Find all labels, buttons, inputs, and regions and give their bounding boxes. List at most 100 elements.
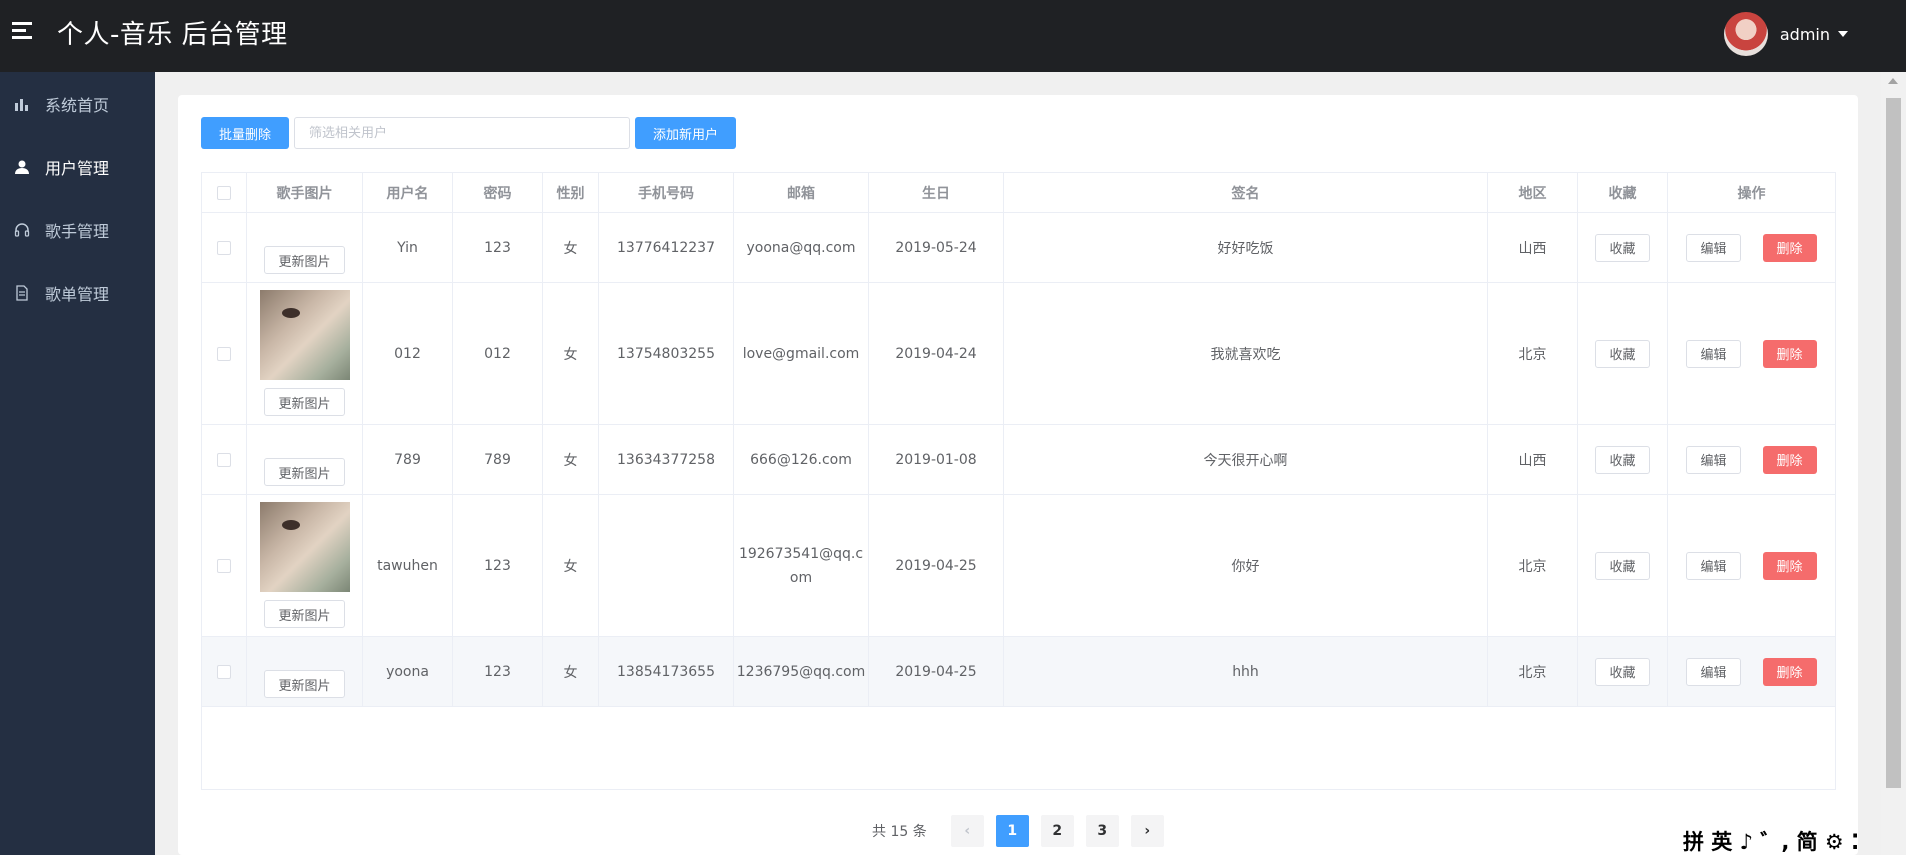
- region-cell: 北京: [1488, 283, 1578, 424]
- email-cell: 192673541@qq.c om: [734, 495, 869, 636]
- user-menu[interactable]: admin: [1723, 10, 1848, 58]
- column-header: 手机号码: [599, 173, 734, 212]
- table-row: 更新图片 012 012 女 13754803255 love@gmail.co…: [202, 283, 1835, 425]
- favorite-cell: 收藏: [1578, 425, 1668, 494]
- delete-button[interactable]: 删除: [1762, 551, 1817, 580]
- region-cell: 北京: [1488, 495, 1578, 636]
- birthday-cell: 2019-04-24: [869, 283, 1004, 424]
- image-cell: 更新图片: [247, 213, 363, 282]
- edit-button[interactable]: 编辑: [1686, 233, 1741, 262]
- email-cell: 666@126.com: [734, 425, 869, 494]
- prev-page-button[interactable]: ‹: [950, 815, 984, 847]
- row-checkbox[interactable]: [217, 240, 231, 255]
- phone-cell: 13634377258: [599, 425, 734, 494]
- sidebar-item-label: 歌单管理: [45, 284, 110, 304]
- sidebar-item-home[interactable]: 系统首页: [0, 72, 155, 135]
- column-header: 地区: [1488, 173, 1578, 212]
- singer-image: [259, 502, 350, 592]
- menu-toggle-icon[interactable]: [12, 22, 32, 40]
- favorite-button[interactable]: 收藏: [1595, 233, 1650, 262]
- signature-cell: 今天很开心啊: [1004, 425, 1488, 494]
- update-image-button[interactable]: 更新图片: [264, 388, 345, 416]
- edit-button[interactable]: 编辑: [1686, 445, 1741, 474]
- username-cell: tawuhen: [363, 495, 453, 636]
- caret-down-icon[interactable]: [1838, 31, 1848, 37]
- edit-button[interactable]: 编辑: [1686, 551, 1741, 580]
- table-row: 更新图片 tawuhen 123 女 192673541@qq.c om 201…: [202, 495, 1835, 637]
- chevron-right-icon: ›: [1144, 823, 1151, 839]
- actions-cell: 编辑 删除: [1668, 425, 1835, 494]
- row-checkbox[interactable]: [217, 452, 231, 467]
- next-page-button[interactable]: ›: [1130, 815, 1164, 847]
- password-cell: 123: [453, 637, 543, 706]
- delete-button[interactable]: 删除: [1762, 339, 1817, 368]
- username-cell: 012: [363, 283, 453, 424]
- password-cell: 012: [453, 283, 543, 424]
- favorite-cell: 收藏: [1578, 495, 1668, 636]
- sidebar-item-label: 用户管理: [45, 158, 110, 178]
- scrollbar[interactable]: [1881, 72, 1906, 855]
- row-checkbox[interactable]: [217, 346, 231, 361]
- actions-cell: 编辑 删除: [1668, 213, 1835, 282]
- actions-cell: 编辑 删除: [1668, 637, 1835, 706]
- gender-cell: 女: [543, 637, 599, 706]
- password-cell: 789: [453, 425, 543, 494]
- update-image-button[interactable]: 更新图片: [264, 670, 345, 698]
- ime-toolbar[interactable]: 拼 英 ♪ ゛, 简 ⚙ ⁚: [1683, 828, 1859, 854]
- page-button-1[interactable]: 1: [995, 815, 1029, 847]
- select-all-cell: [202, 173, 247, 212]
- gender-cell: 女: [543, 495, 599, 636]
- favorite-button[interactable]: 收藏: [1595, 445, 1650, 474]
- favorite-button[interactable]: 收藏: [1595, 339, 1650, 368]
- favorite-button[interactable]: 收藏: [1595, 657, 1650, 686]
- favorite-cell: 收藏: [1578, 213, 1668, 282]
- pagination: 共 15 条 ‹ 1 2 3 ›: [872, 815, 1170, 847]
- user-icon: [13, 158, 31, 176]
- update-image-button[interactable]: 更新图片: [264, 246, 345, 274]
- avatar[interactable]: [1723, 12, 1768, 56]
- batch-delete-button[interactable]: 批量删除: [201, 117, 290, 149]
- top-header: 个人-音乐 后台管理 admin: [0, 0, 1906, 72]
- sidebar-item-label: 歌手管理: [45, 221, 110, 241]
- sidebar-item-users[interactable]: 用户管理: [0, 135, 155, 198]
- total-count: 共 15 条: [872, 824, 927, 840]
- update-image-button[interactable]: 更新图片: [264, 458, 345, 486]
- image-cell: 更新图片: [247, 425, 363, 494]
- delete-button[interactable]: 删除: [1762, 657, 1817, 686]
- edit-button[interactable]: 编辑: [1686, 657, 1741, 686]
- add-user-button[interactable]: 添加新用户: [635, 117, 737, 149]
- password-cell: 123: [453, 495, 543, 636]
- sidebar-item-playlists[interactable]: 歌单管理: [0, 261, 155, 324]
- table-row: 更新图片 789 789 女 13634377258 666@126.com 2…: [202, 425, 1835, 495]
- bar-chart-icon: [13, 95, 31, 113]
- sidebar-item-singers[interactable]: 歌手管理: [0, 198, 155, 261]
- chevron-left-icon: ‹: [964, 823, 971, 839]
- signature-cell: hhh: [1004, 637, 1488, 706]
- row-checkbox[interactable]: [217, 558, 231, 573]
- page-button-3[interactable]: 3: [1085, 815, 1119, 847]
- search-input[interactable]: [294, 117, 631, 149]
- scroll-thumb[interactable]: [1886, 98, 1901, 788]
- username-cell: 789: [363, 425, 453, 494]
- column-header: 邮箱: [734, 173, 869, 212]
- username[interactable]: admin: [1780, 25, 1830, 44]
- sidebar-item-label: 系统首页: [45, 95, 110, 115]
- column-header: 性别: [543, 173, 599, 212]
- page-button-2[interactable]: 2: [1040, 815, 1074, 847]
- column-header: 操作: [1737, 185, 1766, 202]
- select-all-checkbox[interactable]: [217, 185, 231, 200]
- column-header: 生日: [869, 173, 1004, 212]
- delete-button[interactable]: 删除: [1762, 445, 1817, 474]
- update-image-button[interactable]: 更新图片: [264, 600, 345, 628]
- password-cell: 123: [453, 213, 543, 282]
- birthday-cell: 2019-01-08: [869, 425, 1004, 494]
- region-cell: 山西: [1488, 213, 1578, 282]
- edit-button[interactable]: 编辑: [1686, 339, 1741, 368]
- favorite-button[interactable]: 收藏: [1595, 551, 1650, 580]
- birthday-cell: 2019-04-25: [869, 637, 1004, 706]
- delete-button[interactable]: 删除: [1762, 233, 1817, 262]
- scroll-up-icon[interactable]: [1888, 78, 1898, 84]
- row-checkbox[interactable]: [217, 664, 231, 679]
- sidebar: 系统首页 用户管理 歌手管理 歌单管理: [0, 72, 155, 855]
- favorite-cell: 收藏: [1578, 283, 1668, 424]
